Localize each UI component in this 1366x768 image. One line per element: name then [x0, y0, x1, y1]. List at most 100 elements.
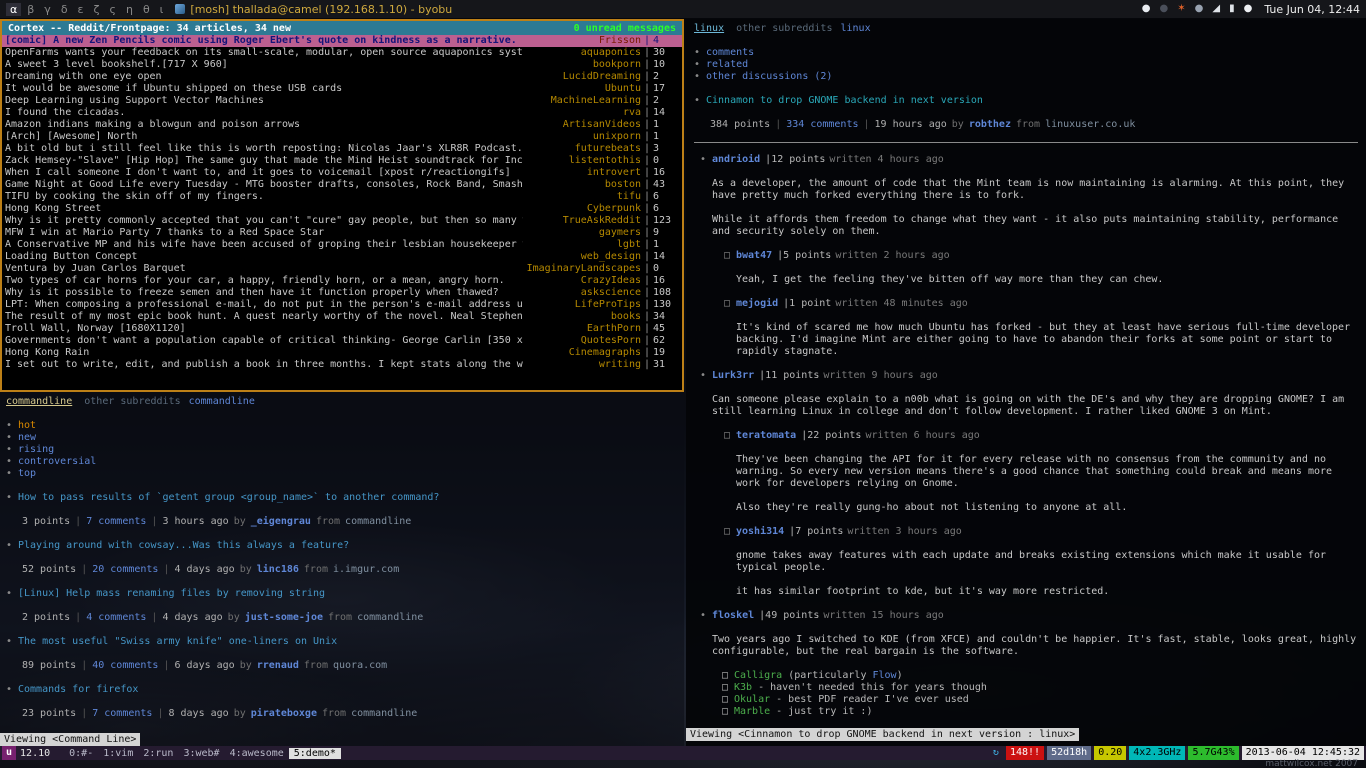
comment[interactable]: •Lurk3rr|11 pointswritten 9 hours agoCan…: [694, 370, 1358, 418]
comments-count[interactable]: 4 comments: [86, 612, 146, 623]
chat-icon[interactable]: ●: [1195, 4, 1204, 14]
byobu-window-tab[interactable]: 4:awesome: [225, 748, 289, 759]
comments-count[interactable]: 7 comments: [86, 516, 146, 527]
subreddit-name[interactable]: linux: [694, 23, 724, 34]
article-row[interactable]: [Arch] [Awesome] Northunixporn|1: [2, 131, 682, 143]
workspace-tag[interactable]: γ: [40, 3, 55, 16]
comment-author[interactable]: mejogid: [736, 298, 778, 310]
subreddit-link[interactable]: commandline: [189, 396, 255, 407]
article-row[interactable]: Why is it pretty commonly accepted that …: [2, 215, 682, 227]
article-row[interactable]: Troll Wall, Norway [1680X1120]EarthPorn|…: [2, 323, 682, 335]
comment-author[interactable]: floskel: [712, 610, 754, 622]
author[interactable]: pirateboxge: [251, 708, 317, 719]
comment-author[interactable]: bwat47: [736, 250, 772, 262]
article-row[interactable]: I set out to write, edit, and publish a …: [2, 359, 682, 371]
article-row[interactable]: TIFU by cooking the skin off of my finge…: [2, 191, 682, 203]
article-row[interactable]: When I call someone I don't want to, and…: [2, 167, 682, 179]
post-title[interactable]: [Linux] Help mass renaming files by remo…: [18, 588, 325, 600]
post-title[interactable]: How to pass results of `getent group <gr…: [18, 492, 439, 504]
notification-icon[interactable]: ✶: [1177, 4, 1185, 14]
workspace-tag[interactable]: δ: [57, 3, 72, 16]
comment-author[interactable]: Lurk3rr: [712, 370, 754, 382]
post-item[interactable]: •The most useful "Swiss army knife" one-…: [6, 636, 678, 672]
article-row[interactable]: Deep Learning using Support Vector Machi…: [2, 95, 682, 107]
comment[interactable]: •floskel|49 pointswritten 15 hours agoTw…: [694, 610, 1358, 718]
article-row[interactable]: Two types of car horns for your car, a h…: [2, 275, 682, 287]
post-item[interactable]: •[Linux] Help mass renaming files by rem…: [6, 588, 678, 624]
menu-item-hot[interactable]: •hot: [6, 420, 678, 432]
post-title[interactable]: Playing around with cowsay...Was this al…: [18, 540, 349, 552]
article-row[interactable]: Hong Kong StreetCyberpunk|6: [2, 203, 682, 215]
article-row[interactable]: Governments don't want a population capa…: [2, 335, 682, 347]
workspace-tag[interactable]: α: [6, 3, 21, 16]
menu-item-related[interactable]: •related: [694, 59, 1358, 71]
author[interactable]: robthez: [969, 119, 1011, 130]
post-item[interactable]: •Playing around with cowsay...Was this a…: [6, 540, 678, 576]
comment[interactable]: •andrioid|12 pointswritten 4 hours agoAs…: [694, 154, 1358, 238]
comment-author[interactable]: andrioid: [712, 154, 760, 166]
article-row[interactable]: Loading Button Conceptweb_design|14: [2, 251, 682, 263]
comment-author[interactable]: yoshi314: [736, 526, 784, 538]
article-row[interactable]: Dreaming with one eye openLucidDreaming|…: [2, 71, 682, 83]
article-row[interactable]: A bit old but i still feel like this is …: [2, 143, 682, 155]
post-title[interactable]: Commands for firefox: [18, 684, 138, 696]
workspace-tag[interactable]: ε: [74, 3, 88, 16]
comment[interactable]: □yoshi314|7 pointswritten 3 hours agogno…: [694, 526, 1358, 598]
menu-item-other-discussions-2[interactable]: •other discussions (2): [694, 71, 1358, 83]
post-item[interactable]: •How to pass results of `getent group <g…: [6, 492, 678, 528]
comment[interactable]: □bwat47|5 pointswritten 2 hours agoYeah,…: [694, 250, 1358, 286]
article-row[interactable]: I found the cicadas.rva|14: [2, 107, 682, 119]
author[interactable]: rrenaud: [257, 660, 299, 671]
clock[interactable]: Tue Jun 04, 12:44: [1264, 3, 1360, 16]
article-row[interactable]: It would be awesome if Ubuntu shipped on…: [2, 83, 682, 95]
app-link[interactable]: Calligra: [734, 670, 782, 681]
menu-item-rising[interactable]: •rising: [6, 444, 678, 456]
article-row[interactable]: Why is it possible to freeze semen and t…: [2, 287, 682, 299]
comments-count[interactable]: 20 comments: [92, 564, 158, 575]
app-link[interactable]: Marble: [734, 706, 770, 717]
comment[interactable]: □teratomata|22 pointswritten 6 hours ago…: [694, 430, 1358, 514]
article-row[interactable]: A sweet 3 level bookshelf.[717 X 960]boo…: [2, 59, 682, 71]
author[interactable]: just-some-joe: [245, 612, 323, 623]
story-title[interactable]: Cinnamon to drop GNOME backend in next v…: [706, 95, 983, 107]
author[interactable]: linc186: [257, 564, 299, 575]
article-row[interactable]: MFW I win at Mario Party 7 thanks to a R…: [2, 227, 682, 239]
article-row[interactable]: The result of my most epic book hunt. A …: [2, 311, 682, 323]
byobu-window-tab[interactable]: 3:web#: [178, 748, 224, 759]
comments-count[interactable]: 334 comments: [786, 119, 858, 130]
workspace-tag[interactable]: η: [122, 3, 137, 16]
workspace-tag[interactable]: ι: [156, 3, 168, 16]
app-link[interactable]: K3b: [734, 682, 752, 693]
article-row[interactable]: Zack Hemsey-"Slave" [Hip Hop] The same g…: [2, 155, 682, 167]
article-row[interactable]: OpenFarms wants your feedback on its sma…: [2, 47, 682, 59]
author[interactable]: _eigengrau: [251, 516, 311, 527]
article-row[interactable]: Amazon indians making a blowgun and pois…: [2, 119, 682, 131]
byobu-window-tab[interactable]: 1:vim: [98, 748, 138, 759]
comments-count[interactable]: 40 comments: [92, 660, 158, 671]
battery-icon[interactable]: ▮: [1229, 4, 1235, 14]
link[interactable]: Flow: [872, 670, 896, 681]
byobu-window-tab[interactable]: 0:#-: [64, 748, 98, 759]
article-row[interactable]: Ventura by Juan Carlos BarquetImaginaryL…: [2, 263, 682, 275]
bird-icon[interactable]: ●: [1142, 4, 1151, 14]
byobu-window-tab[interactable]: 5:demo*: [289, 748, 341, 759]
subreddit-name[interactable]: commandline: [6, 396, 72, 407]
article-row[interactable]: A Conservative MP and his wife have been…: [2, 239, 682, 251]
comments-count[interactable]: 7 comments: [92, 708, 152, 719]
workspace-tag[interactable]: β: [23, 3, 38, 16]
post-title[interactable]: The most useful "Swiss army knife" one-l…: [18, 636, 337, 648]
menu-item-top[interactable]: •top: [6, 468, 678, 480]
volume-icon[interactable]: ●: [1244, 4, 1253, 14]
article-row[interactable]: Game Night at Good Life every Tuesday - …: [2, 179, 682, 191]
subreddit-link[interactable]: linux: [841, 23, 871, 34]
comment-author[interactable]: teratomata: [736, 430, 796, 442]
other-subreddits-label[interactable]: other subreddits: [84, 396, 180, 407]
article-row[interactable]: Hong Kong RainCinemagraphs|19: [2, 347, 682, 359]
moon-icon[interactable]: ●: [1160, 4, 1169, 14]
byobu-window-tab[interactable]: 2:run: [138, 748, 178, 759]
wifi-icon[interactable]: ◢: [1212, 4, 1220, 14]
menu-item-comments[interactable]: •comments: [694, 47, 1358, 59]
comment[interactable]: □mejogid|1 pointwritten 48 minutes agoIt…: [694, 298, 1358, 358]
menu-item-controversial[interactable]: •controversial: [6, 456, 678, 468]
menu-item-new[interactable]: •new: [6, 432, 678, 444]
